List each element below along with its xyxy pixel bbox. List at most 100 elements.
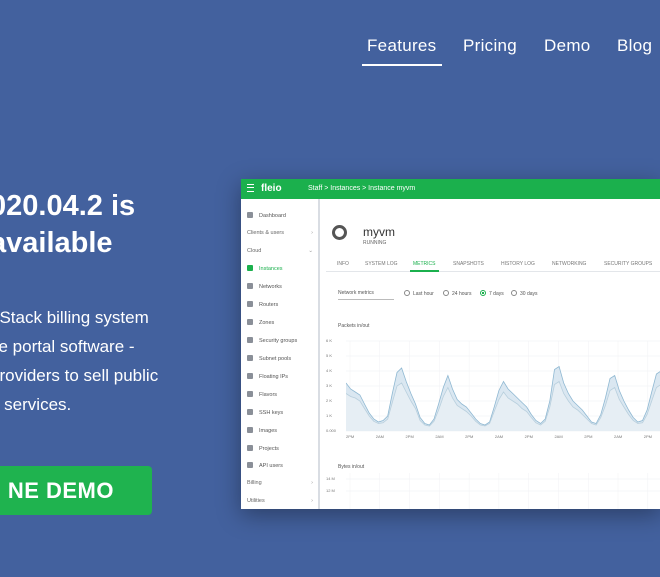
sidebar-item-projects[interactable]: Projects	[247, 445, 315, 452]
sidebar-item-networks[interactable]: Networks	[247, 283, 315, 290]
hero-description: nStack billing system ce portal software…	[0, 303, 158, 419]
sidebar-item-flavors[interactable]: Flavors	[247, 391, 315, 398]
x-tick-label: 2AM	[494, 434, 504, 439]
key-icon	[247, 409, 253, 415]
sidebar-item-security-groups[interactable]: Security groups	[247, 337, 315, 344]
instance-panel: myvm RUNNING INFO SYSTEM LOG METRICS SNA…	[326, 211, 660, 509]
chart-title: Bytes in/out	[338, 464, 365, 470]
sidebar-group-utilities[interactable]: Utilities ›	[247, 498, 315, 504]
bytes-chart	[346, 473, 660, 509]
zones-icon	[247, 319, 253, 325]
packets-chart	[346, 340, 660, 432]
tab-info[interactable]: INFO	[337, 261, 349, 267]
api-users-icon	[247, 462, 253, 468]
hero-title-line: available	[0, 227, 113, 259]
chevron-down-icon: ⌄	[308, 248, 313, 254]
sidebar-group-clients[interactable]: Clients & users ›	[247, 230, 315, 236]
y-tick-label: 12 M	[326, 488, 335, 493]
nav-pricing[interactable]: Pricing	[463, 36, 517, 56]
sidebar-group-billing[interactable]: Billing ›	[247, 480, 315, 486]
y-tick-label: 0.000	[326, 428, 337, 433]
radio-icon	[443, 290, 449, 296]
instance-name: myvm	[363, 225, 395, 239]
y-tick-label: 14 M	[326, 476, 335, 481]
metrics-filters: Network metrics Last hour 24 hours 7 day…	[326, 283, 660, 303]
tab-snapshots[interactable]: SNAPSHOTS	[453, 261, 484, 267]
y-tick-label: 3 K	[326, 383, 333, 388]
menu-icon[interactable]	[247, 184, 254, 192]
x-tick-label: 2PM	[524, 434, 533, 439]
nav-demo[interactable]: Demo	[544, 36, 591, 56]
tab-metrics[interactable]: METRICS	[410, 261, 438, 272]
x-tick-label: 2AM	[375, 434, 384, 439]
tab-networking[interactable]: NETWORKING	[552, 261, 586, 267]
hero-desc-line: providers to sell public	[0, 366, 159, 385]
sidebar-item-dashboard[interactable]: Dashboard	[247, 212, 315, 219]
app-screenshot: fleio Staff > Instances > Instance myvm …	[241, 179, 660, 509]
routers-icon	[247, 301, 253, 307]
tab-security-groups[interactable]: SECURITY GROUPS	[604, 261, 652, 267]
y-tick-label: 2 K	[326, 398, 333, 403]
floating-ip-icon	[247, 373, 253, 379]
instance-tabs: INFO SYSTEM LOG METRICS SNAPSHOTS HISTOR…	[326, 255, 660, 272]
radio-icon	[404, 290, 410, 296]
sidebar: Dashboard Clients & users › Cloud ⌄ Instan…	[241, 199, 320, 509]
chevron-right-icon: ›	[311, 480, 313, 486]
brand-logo: fleio	[261, 183, 282, 194]
sidebar-group-cloud[interactable]: Cloud ⌄	[247, 248, 315, 254]
hero-title-line: 020.04.2 is	[0, 190, 136, 222]
x-tick-label: 2AM	[435, 434, 444, 439]
images-icon	[247, 427, 253, 433]
tab-history-log[interactable]: HISTORY LOG	[501, 261, 535, 267]
range-last-hour[interactable]: Last hour	[404, 290, 434, 297]
metric-select[interactable]: Network metrics	[338, 290, 394, 300]
sidebar-item-subnet-pools[interactable]: Subnet pools	[247, 355, 315, 362]
instances-icon	[247, 265, 253, 271]
online-demo-button[interactable]: NE DEMO	[0, 466, 152, 515]
sidebar-item-instances[interactable]: Instances	[247, 265, 315, 272]
hero-desc-line: nStack billing system	[0, 308, 149, 327]
nav-blog[interactable]: Blog	[617, 36, 652, 56]
x-tick-label: 2PM	[643, 434, 653, 439]
sidebar-item-api-users[interactable]: API users	[247, 462, 315, 469]
hero-desc-line: d services.	[0, 395, 72, 414]
range-7-days[interactable]: 7 days	[480, 290, 504, 297]
x-tick-label: 2PM	[405, 434, 414, 439]
x-tick-label: 2AM	[554, 434, 563, 439]
chevron-right-icon: ›	[311, 230, 313, 236]
cta-label: NE DEMO	[7, 478, 114, 503]
subnet-icon	[247, 355, 253, 361]
projects-icon	[247, 445, 253, 451]
sidebar-item-floating-ips[interactable]: Floating IPs	[247, 373, 315, 380]
hero-title: 020.04.2 is available	[0, 188, 135, 262]
x-tick-label: 2AM	[614, 434, 623, 439]
ubuntu-icon	[332, 225, 347, 240]
x-tick-label: 2PM	[465, 434, 474, 439]
range-30-days[interactable]: 30 days	[511, 290, 538, 297]
y-tick-label: 5 K	[326, 353, 333, 358]
sidebar-item-routers[interactable]: Routers	[247, 301, 315, 308]
sidebar-item-ssh-keys[interactable]: SSH keys	[247, 409, 315, 416]
top-nav: Features Pricing Demo Blog	[0, 0, 660, 80]
y-tick-label: 4 K	[326, 368, 333, 373]
radio-selected-icon	[480, 290, 486, 296]
y-tick-label: 1 K	[326, 413, 333, 418]
networks-icon	[247, 283, 253, 289]
sidebar-item-zones[interactable]: Zones	[247, 319, 315, 326]
flavors-icon	[247, 391, 253, 397]
hero-desc-line: ce portal software -	[0, 337, 135, 356]
app-topbar: fleio Staff > Instances > Instance myvm	[241, 179, 660, 199]
radio-icon	[511, 290, 517, 296]
shield-icon	[247, 337, 253, 343]
chevron-right-icon: ›	[311, 498, 313, 504]
chart-title: Packets in/out	[338, 323, 370, 329]
range-24-hours[interactable]: 24 hours	[443, 290, 471, 297]
x-tick-label: 2PM	[584, 434, 593, 439]
nav-features[interactable]: Features	[362, 36, 441, 66]
dashboard-icon	[247, 212, 253, 218]
instance-status: RUNNING	[363, 240, 387, 246]
tab-system-log[interactable]: SYSTEM LOG	[365, 261, 398, 267]
breadcrumb: Staff > Instances > Instance myvm	[308, 185, 416, 192]
x-tick-label: 2PM	[346, 434, 355, 439]
sidebar-item-images[interactable]: Images	[247, 427, 315, 434]
